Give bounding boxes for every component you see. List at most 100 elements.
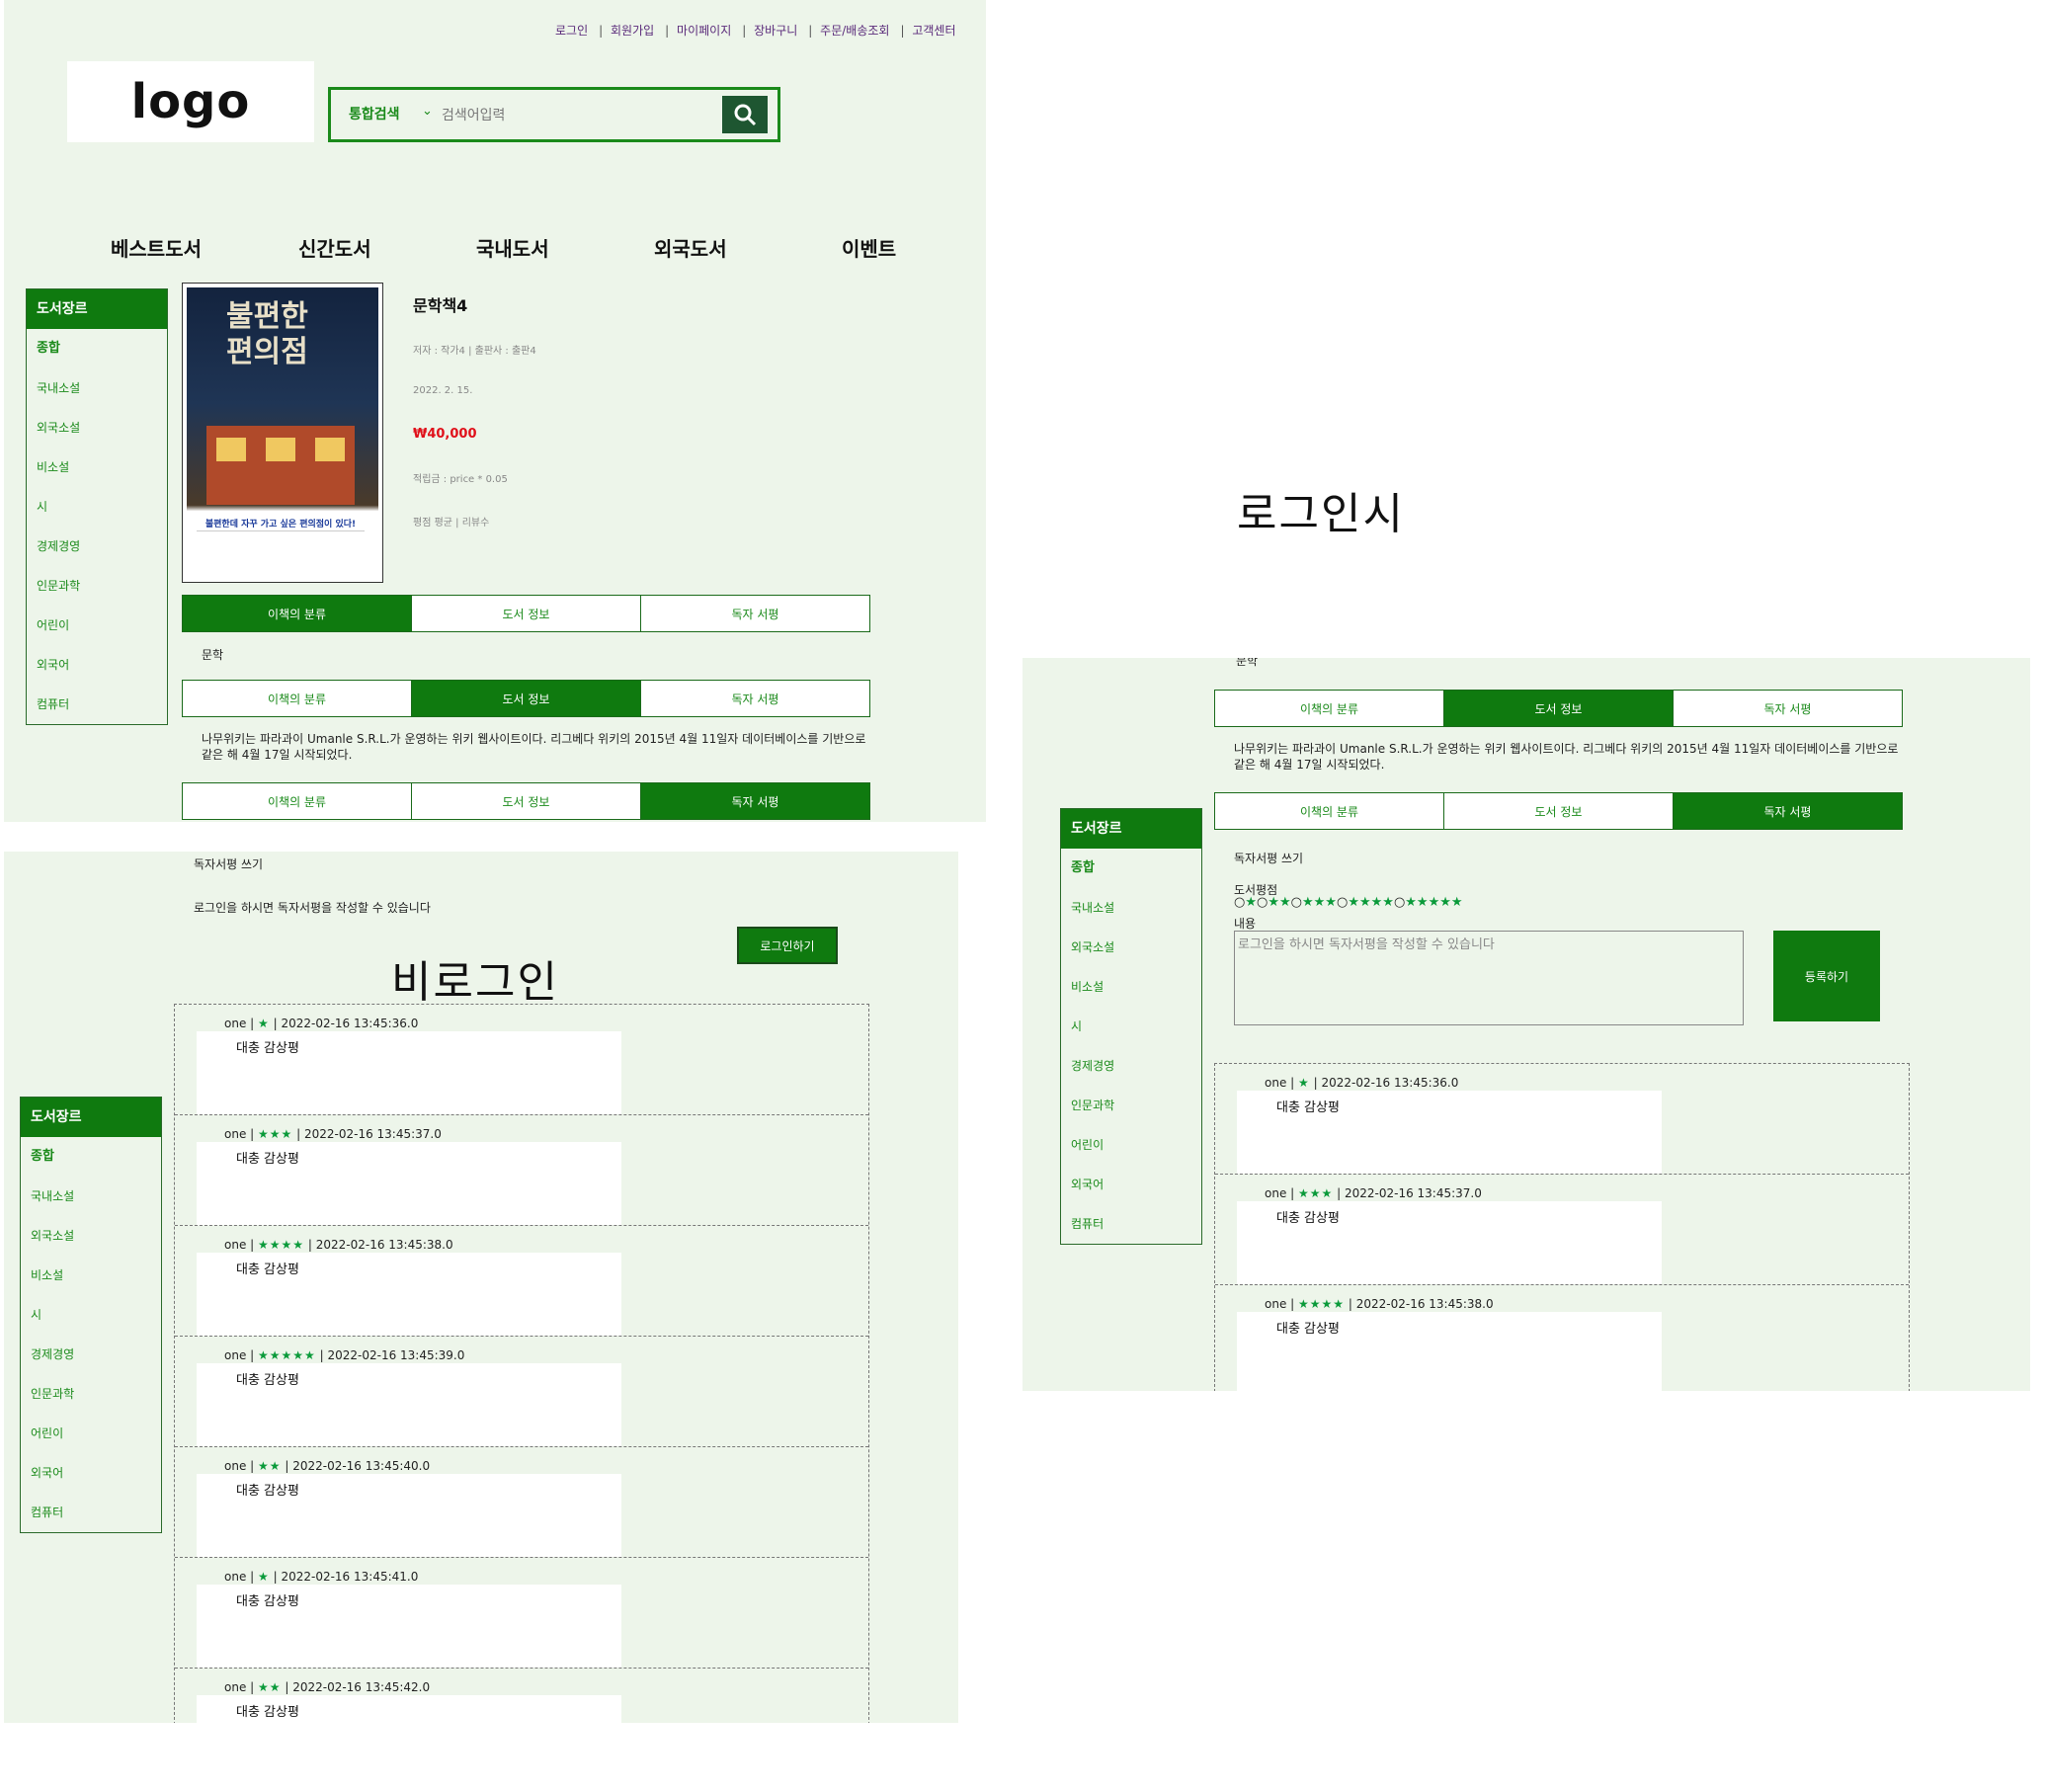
genre-sidebar: 도서장르 종합 국내소설 외국소설 비소설 시 경제경영 인문과학 어린이 외국… — [20, 1097, 162, 1533]
book-description: 나무위키는 파라과이 Umanle S.R.L.가 운영하는 위키 웹사이트이다… — [1234, 742, 1899, 772]
sidebar-item-poetry[interactable]: 시 — [1061, 1007, 1201, 1046]
review-item: one | ★ | 2022-02-16 13:45:36.0 대충 감상평 — [1215, 1064, 1909, 1175]
tabbar-book-info: 이책의 분류 도서 정보 독자 서평 — [182, 680, 870, 717]
sidebar-item-domestic-novel[interactable]: 국내소설 — [27, 368, 167, 408]
register-button[interactable]: 등록하기 — [1773, 931, 1880, 1021]
sidebar-item-economy[interactable]: 경제경영 — [27, 527, 167, 566]
tab-classification[interactable]: 이책의 분류 — [182, 595, 412, 632]
tab-book-info[interactable]: 도서 정보 — [411, 680, 641, 717]
review-text: 대충 감상평 — [1237, 1201, 1662, 1284]
top-links: 로그인 | 회원가입 | 마이페이지 | 장바구니 | 주문/배송조회 | 고객센터 — [555, 22, 956, 39]
nav-event[interactable]: 이벤트 — [842, 233, 896, 262]
review-stars: ★ — [258, 1570, 270, 1584]
tab-reviews[interactable]: 독자 서평 — [1673, 690, 1903, 727]
sidebar-item-nonfiction[interactable]: 비소설 — [27, 448, 167, 487]
mypage-link[interactable]: 마이페이지 — [677, 22, 731, 39]
sidebar-item-nonfiction[interactable]: 비소설 — [1061, 967, 1201, 1007]
sidebar-item-nonfiction[interactable]: 비소설 — [21, 1256, 161, 1295]
sidebar-item-poetry[interactable]: 시 — [27, 487, 167, 527]
review-list: one | ★ | 2022-02-16 13:45:36.0 대충 감상평 o… — [174, 1004, 869, 1723]
sidebar-item-all[interactable]: 종합 — [27, 329, 167, 368]
tab-book-info[interactable]: 도서 정보 — [1443, 792, 1674, 830]
book-title: 문학책4 — [413, 296, 468, 315]
review-user: one — [224, 1127, 247, 1141]
review-item: one | ★★ | 2022-02-16 13:45:40.0 대충 감상평 — [175, 1447, 868, 1558]
tab-reviews[interactable]: 독자 서평 — [640, 680, 870, 717]
review-time: 2022-02-16 13:45:36.0 — [281, 1017, 419, 1030]
support-link[interactable]: 고객센터 — [912, 22, 955, 39]
sidebar-item-all[interactable]: 종합 — [21, 1137, 161, 1177]
sidebar-item-all[interactable]: 종합 — [1061, 849, 1201, 888]
signup-link[interactable]: 회원가입 — [611, 22, 654, 39]
review-user: one — [224, 1459, 247, 1473]
review-item: one | ★★★ | 2022-02-16 13:45:37.0 대충 감상평 — [1215, 1175, 1909, 1285]
review-text: 대충 감상평 — [197, 1031, 621, 1114]
sidebar-item-children[interactable]: 어린이 — [21, 1414, 161, 1453]
nav-foreign[interactable]: 외국도서 — [654, 233, 727, 262]
login-panel: 문학 이책의 분류 도서 정보 독자 서평 나무위키는 파라과이 Umanle … — [1022, 658, 2030, 1391]
review-text: 대충 감상평 — [197, 1142, 621, 1225]
book-date: 2022. 2. 15. — [413, 385, 473, 396]
tab-classification[interactable]: 이책의 분류 — [182, 782, 412, 820]
classification-value: 문학 — [202, 648, 224, 662]
order-link[interactable]: 주문/배송조회 — [820, 22, 889, 39]
review-time: 2022-02-16 13:45:42.0 — [292, 1680, 431, 1694]
review-textarea[interactable]: 로그인을 하시면 독자서평을 작성할 수 있습니다 — [1234, 931, 1744, 1025]
review-user: one — [1265, 1076, 1287, 1090]
review-stars: ★ — [258, 1017, 270, 1030]
sidebar-item-economy[interactable]: 경제경영 — [21, 1335, 161, 1374]
rating-radio-2[interactable]: ○ — [1257, 895, 1268, 910]
review-user: one — [1265, 1297, 1287, 1311]
login-link[interactable]: 로그인 — [555, 22, 588, 39]
tab-book-info[interactable]: 도서 정보 — [411, 595, 641, 632]
sidebar-item-foreign-novel[interactable]: 외국소설 — [21, 1216, 161, 1256]
book-rating: 평점 평균 | 리뷰수 — [413, 518, 490, 529]
nav-new[interactable]: 신간도서 — [298, 233, 371, 262]
nav-domestic[interactable]: 국내도서 — [476, 233, 549, 262]
tab-classification[interactable]: 이책의 분류 — [1214, 792, 1444, 830]
tab-reviews[interactable]: 독자 서평 — [640, 595, 870, 632]
rating-radio-1[interactable]: ○ — [1234, 895, 1245, 910]
sidebar-item-domestic-novel[interactable]: 국내소설 — [1061, 888, 1201, 928]
sidebar-item-computer[interactable]: 컴퓨터 — [27, 685, 167, 724]
chevron-down-icon[interactable]: ⌄ — [422, 104, 433, 119]
tab-reviews[interactable]: 독자 서평 — [640, 782, 870, 820]
search-button[interactable] — [722, 96, 768, 133]
review-text: 대충 감상평 — [1237, 1091, 1662, 1174]
sidebar-item-computer[interactable]: 컴퓨터 — [21, 1493, 161, 1532]
content-label: 내용 — [1234, 917, 1257, 931]
cart-link[interactable]: 장바구니 — [754, 22, 797, 39]
sidebar-item-language[interactable]: 외국어 — [21, 1453, 161, 1493]
sidebar-item-humanities[interactable]: 인문과학 — [1061, 1086, 1201, 1125]
tab-book-info[interactable]: 도서 정보 — [1443, 690, 1674, 727]
sidebar-item-language[interactable]: 외국어 — [1061, 1165, 1201, 1204]
sidebar-item-poetry[interactable]: 시 — [21, 1295, 161, 1335]
sidebar-item-children[interactable]: 어린이 — [27, 606, 167, 645]
tab-classification[interactable]: 이책의 분류 — [182, 680, 412, 717]
sidebar-item-foreign-novel[interactable]: 외국소설 — [1061, 928, 1201, 967]
sidebar-item-foreign-novel[interactable]: 외국소설 — [27, 408, 167, 448]
sidebar-item-economy[interactable]: 경제경영 — [1061, 1046, 1201, 1086]
logo[interactable]: logo — [67, 61, 314, 142]
rating-options: ○★○★★○★★★○★★★★○★★★★★ — [1234, 895, 1463, 910]
rating-radio-3[interactable]: ○ — [1291, 895, 1302, 910]
login-label: 로그인시 — [1237, 489, 1405, 539]
nav-best[interactable]: 베스트도서 — [111, 233, 202, 262]
tab-reviews[interactable]: 독자 서평 — [1673, 792, 1903, 830]
sidebar-item-language[interactable]: 외국어 — [27, 645, 167, 685]
tabbar-reviews: 이책의 분류 도서 정보 독자 서평 — [182, 782, 870, 820]
tab-classification[interactable]: 이책의 분류 — [1214, 690, 1444, 727]
review-item: one | ★ | 2022-02-16 13:45:36.0 대충 감상평 — [175, 1005, 868, 1115]
tab-book-info[interactable]: 도서 정보 — [411, 782, 641, 820]
non-login-panel: 독자서평 쓰기 로그인을 하시면 독자서평을 작성할 수 있습니다 로그인하기 … — [4, 852, 958, 1723]
sidebar-item-domestic-novel[interactable]: 국내소설 — [21, 1177, 161, 1216]
sidebar-item-humanities[interactable]: 인문과학 — [27, 566, 167, 606]
sidebar-item-children[interactable]: 어린이 — [1061, 1125, 1201, 1165]
sidebar-item-humanities[interactable]: 인문과학 — [21, 1374, 161, 1414]
rating-radio-5[interactable]: ○ — [1394, 895, 1405, 910]
login-button[interactable]: 로그인하기 — [737, 927, 838, 964]
sidebar-item-computer[interactable]: 컴퓨터 — [1061, 1204, 1201, 1244]
search-category-select[interactable]: 통합검색 — [349, 104, 400, 123]
rating-radio-4[interactable]: ○ — [1337, 895, 1348, 910]
search-input[interactable]: 검색어입력 — [442, 105, 505, 124]
